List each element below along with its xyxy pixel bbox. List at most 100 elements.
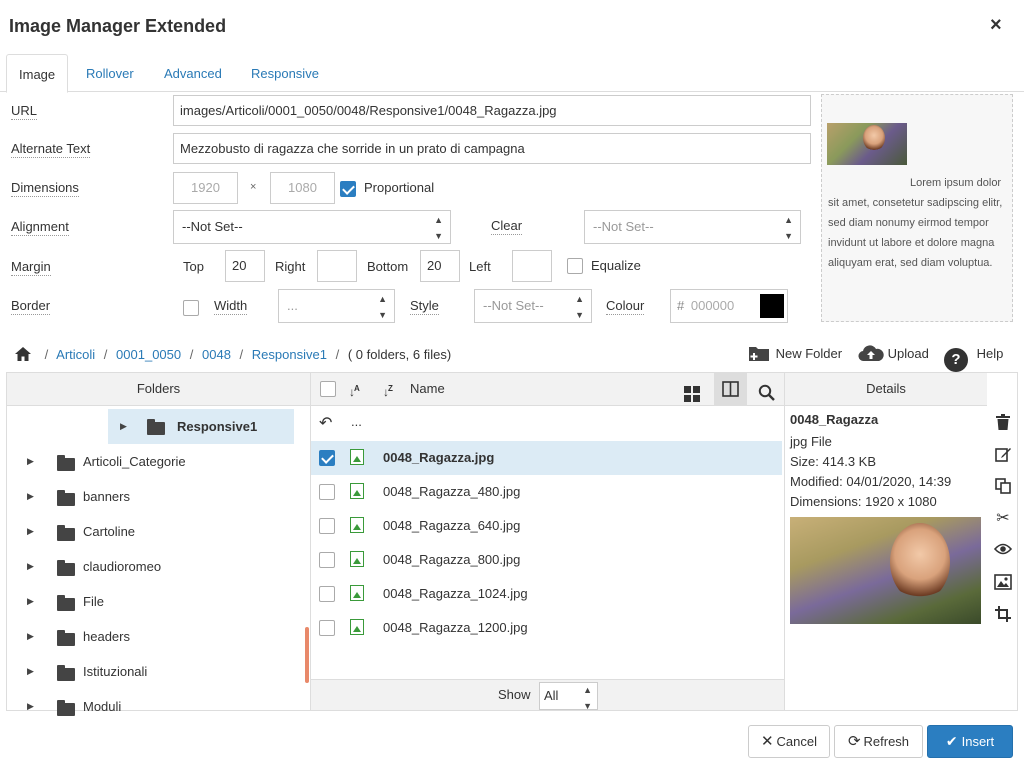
insert-button[interactable]: ✔ Insert (927, 725, 1013, 758)
preview-lorem-text: Lorem ipsum dolor sit amet, consetetur s… (828, 177, 1003, 269)
file-row[interactable]: 0048_Ragazza_480.jpg (311, 475, 782, 509)
border-style-value: --Not Set-- (483, 298, 544, 313)
alignment-select[interactable]: --Not Set-- ▲ ▼ (173, 210, 451, 244)
file-row[interactable]: 0048_Ragazza_800.jpg (311, 543, 782, 577)
tab-image[interactable]: Image (6, 54, 69, 93)
margin-right-label: Right (275, 259, 306, 274)
expand-caret-icon[interactable]: ▶ (27, 584, 34, 619)
insert-label: Insert (961, 734, 995, 749)
details-view-toggle[interactable] (714, 373, 747, 405)
refresh-icon: ⟳ (847, 733, 861, 750)
expand-caret-icon[interactable]: ▶ (27, 619, 34, 654)
file-row[interactable]: 0048_Ragazza.jpg (311, 441, 782, 475)
folder-item[interactable]: ▶ claudioromeo (7, 549, 297, 584)
edit-icon[interactable] (994, 446, 1012, 464)
home-icon[interactable] (14, 346, 32, 365)
margin-top-input[interactable]: 20 (225, 250, 265, 282)
folders-scrollbar[interactable] (305, 627, 309, 683)
folder-icon (57, 665, 75, 681)
tab-advanced[interactable]: Advanced (152, 54, 234, 92)
margin-bottom-input[interactable]: 20 (420, 250, 460, 282)
border-width-select[interactable]: ... ▲ ▼ (278, 289, 395, 323)
cut-icon[interactable]: ✂ (994, 510, 1012, 528)
expand-caret-icon[interactable]: ▶ (27, 549, 34, 584)
file-row[interactable]: 0048_Ragazza_1024.jpg (311, 577, 782, 611)
file-name: 0048_Ragazza_800.jpg (383, 552, 521, 567)
proportional-checkbox[interactable] (340, 181, 356, 197)
file-row[interactable]: 0048_Ragazza_1200.jpg (311, 611, 782, 645)
folder-item-label: Cartoline (83, 524, 136, 539)
help-button[interactable]: ? Help (944, 341, 1003, 372)
expand-caret-icon[interactable]: ▶ (27, 514, 34, 549)
file-checkbox[interactable] (319, 586, 335, 602)
close-icon[interactable]: × (990, 14, 1002, 36)
expand-caret-icon[interactable]: ▶ (27, 444, 34, 479)
file-checkbox[interactable] (319, 552, 335, 568)
upload-button[interactable]: Upload (858, 341, 929, 367)
folder-item[interactable]: ▶ Articoli_Categorie (7, 444, 297, 479)
tab-rollover[interactable]: Rollover (74, 54, 146, 92)
file-name: 0048_Ragazza_480.jpg (383, 484, 521, 499)
folder-item[interactable]: ▶ Moduli (7, 689, 297, 724)
folder-icon (57, 595, 75, 611)
folder-item[interactable]: ▶ banners (7, 479, 297, 514)
file-checkbox[interactable] (319, 484, 335, 500)
folder-item-label: Articoli_Categorie (83, 454, 186, 469)
border-style-label: Style (410, 298, 439, 315)
sort-name-asc-icon[interactable]: ↓A (349, 373, 360, 408)
folder-current[interactable]: ▶ Responsive1 (108, 409, 294, 444)
cancel-button[interactable]: ✕ Cancel (748, 725, 830, 758)
refresh-button[interactable]: ⟳ Refresh (834, 725, 923, 758)
equalize-checkbox[interactable] (567, 258, 583, 274)
margin-bottom-label: Bottom (367, 259, 409, 274)
folder-item[interactable]: ▶ headers (7, 619, 297, 654)
name-column-header[interactable]: Name (410, 373, 445, 404)
parent-folder-row[interactable]: ↶ ... (311, 407, 782, 441)
folder-item[interactable]: ▶ Cartoline (7, 514, 297, 549)
width-input[interactable]: 1920 (173, 172, 238, 204)
crop-icon[interactable] (994, 606, 1012, 624)
sort-name-desc-icon[interactable]: ↓Z (383, 373, 393, 408)
folder-item[interactable]: ▶ Istituzionali (7, 654, 297, 689)
file-checkbox[interactable] (319, 450, 335, 466)
copy-icon[interactable] (994, 478, 1012, 496)
folder-item[interactable]: ▶ File (7, 584, 297, 619)
margin-left-input[interactable] (512, 250, 552, 282)
border-style-select[interactable]: --Not Set-- ▲ ▼ (474, 289, 592, 323)
show-label: Show (498, 687, 531, 702)
url-input[interactable]: images/Articoli/0001_0050/0048/Responsiv… (173, 95, 811, 126)
border-checkbox[interactable] (183, 300, 199, 316)
alt-text-input[interactable]: Mezzobusto di ragazza che sorride in un … (173, 133, 811, 164)
expand-caret-icon[interactable]: ▶ (27, 654, 34, 689)
image-editor-icon[interactable] (994, 574, 1012, 592)
colour-swatch[interactable] (760, 294, 784, 318)
expand-caret-icon[interactable]: ▶ (120, 421, 127, 432)
clear-select[interactable]: --Not Set-- ▲ ▼ (584, 210, 801, 244)
margin-right-input[interactable] (317, 250, 357, 282)
new-folder-icon (748, 344, 772, 362)
clear-label: Clear (491, 218, 523, 235)
file-checkbox[interactable] (319, 518, 335, 534)
view-icon[interactable] (993, 542, 1013, 560)
breadcrumb-articoli[interactable]: Articoli (56, 347, 95, 362)
colour-value: 000000 (690, 298, 735, 313)
image-file-icon (350, 483, 364, 499)
file-checkbox[interactable] (319, 620, 335, 636)
preview-thumbnail (827, 123, 907, 165)
select-arrows-icon: ▲ ▼ (378, 294, 387, 320)
show-select[interactable]: All ▲ ▼ (539, 682, 598, 711)
margin-top-label: Top (183, 259, 204, 274)
breadcrumb-0048[interactable]: 0048 (202, 347, 231, 362)
height-input[interactable]: 1080 (270, 172, 335, 204)
tab-responsive[interactable]: Responsive (239, 54, 331, 92)
expand-caret-icon[interactable]: ▶ (27, 689, 34, 724)
expand-caret-icon[interactable]: ▶ (27, 479, 34, 514)
folder-icon (57, 455, 75, 471)
select-all-checkbox[interactable] (320, 381, 336, 397)
breadcrumb-0001-0050[interactable]: 0001_0050 (116, 347, 181, 362)
file-row[interactable]: 0048_Ragazza_640.jpg (311, 509, 782, 543)
breadcrumb-responsive1[interactable]: Responsive1 (252, 347, 327, 362)
delete-icon[interactable] (994, 414, 1012, 432)
alignment-value: --Not Set-- (182, 219, 243, 234)
new-folder-button[interactable]: New Folder (748, 341, 842, 367)
